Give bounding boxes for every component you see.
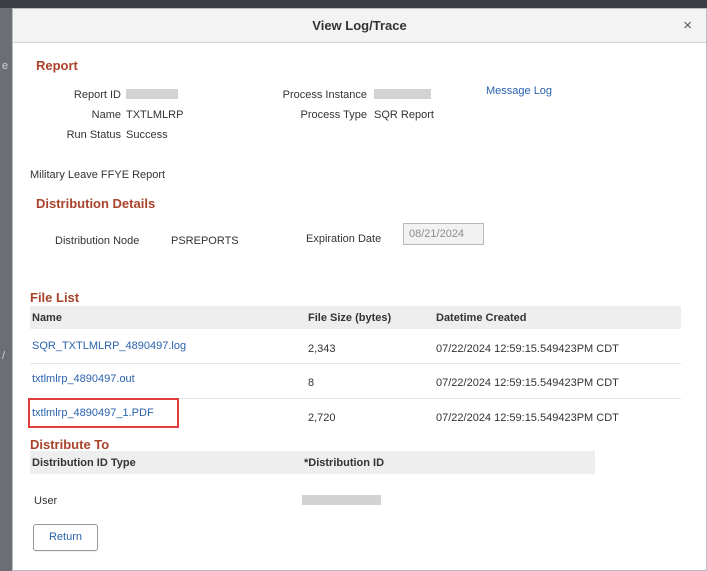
- file-link-log[interactable]: SQR_TXTLMLRP_4890497.log: [32, 340, 186, 352]
- column-header-distribution-id-type: Distribution ID Type: [32, 457, 136, 469]
- column-header-distribution-id: *Distribution ID: [304, 457, 385, 469]
- distribution-details-section-title: Distribution Details: [36, 196, 156, 211]
- distribution-node-label: Distribution Node: [55, 235, 140, 247]
- file-list-header: Name File Size (bytes) Datetime Created: [30, 306, 681, 329]
- distribution-id-value-redacted: [302, 495, 381, 505]
- file-size-cell: 2,720: [308, 412, 336, 424]
- column-header-datetime-created: Datetime Created: [436, 312, 527, 324]
- process-type-value: SQR Report: [374, 109, 434, 121]
- file-link-out[interactable]: txtlmlrp_4890497.out: [32, 373, 135, 385]
- process-type-label: Process Type: [300, 109, 367, 121]
- report-id-label: Report ID: [73, 89, 121, 101]
- report-id-value-redacted: [126, 89, 178, 99]
- report-description: Military Leave FFYE Report: [30, 169, 166, 181]
- datetime-created-cell: 07/22/2024 12:59:15.549423PM CDT: [436, 412, 619, 424]
- close-icon[interactable]: ×: [683, 17, 692, 34]
- column-header-name: Name: [32, 312, 62, 324]
- datetime-created-cell: 07/22/2024 12:59:15.549423PM CDT: [436, 377, 619, 389]
- column-header-file-size: File Size (bytes): [308, 312, 392, 324]
- expiration-date-label: Expiration Date: [306, 233, 382, 245]
- dialog-title: View Log/Trace: [312, 18, 407, 33]
- dialog-titlebar: View Log/Trace ×: [13, 9, 706, 43]
- distribute-to-header: Distribution ID Type *Distribution ID: [30, 451, 595, 474]
- distribute-to-section-title: Distribute To: [30, 437, 110, 452]
- background-app-bar: [0, 0, 707, 8]
- process-instance-label: Process Instance: [282, 89, 367, 101]
- background-fragment: e: [2, 60, 9, 72]
- view-log-trace-dialog: View Log/Trace × Report Report ID Name T…: [12, 8, 707, 571]
- run-status-label: Run Status: [66, 129, 121, 141]
- background-app-edge: e /: [0, 8, 12, 571]
- file-size-cell: 2,343: [308, 343, 336, 355]
- file-size-cell: 8: [308, 377, 315, 389]
- expiration-date-field: 08/21/2024: [403, 223, 484, 245]
- row-divider: [30, 363, 681, 364]
- datetime-created-cell: 07/22/2024 12:59:15.549423PM CDT: [436, 343, 619, 355]
- file-list-section-title: File List: [30, 290, 80, 305]
- message-log-link[interactable]: Message Log: [486, 85, 552, 97]
- return-button[interactable]: Return: [33, 524, 98, 551]
- run-status-value: Success: [126, 129, 168, 141]
- background-fragment: /: [2, 350, 6, 362]
- report-section-title: Report: [36, 58, 78, 73]
- process-instance-value-redacted: [374, 89, 431, 99]
- name-value: TXTLMLRP: [126, 109, 184, 121]
- pdf-file-highlight-box: [28, 398, 179, 428]
- distribution-id-type-cell: User: [34, 495, 58, 507]
- name-label: Name: [91, 109, 121, 121]
- distribution-node-value: PSREPORTS: [171, 235, 239, 247]
